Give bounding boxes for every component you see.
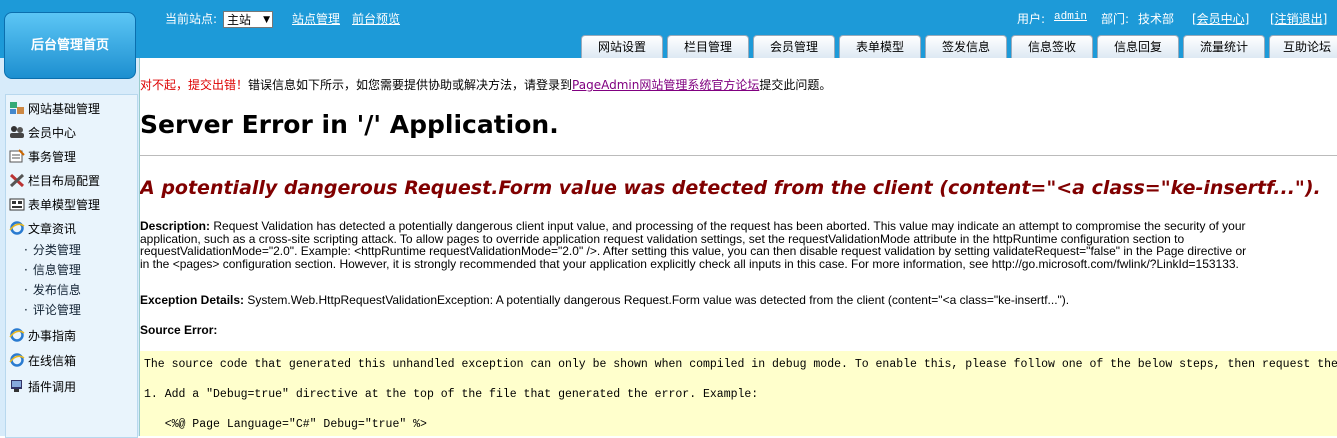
dept-name: 技术部 [1138,12,1175,26]
logout-link[interactable]: [注销退出] [1270,10,1327,27]
site-select[interactable]: 主站 ▼ [223,11,273,28]
exception-details: Exception Details: System.Web.HttpReques… [140,294,1069,307]
tab-column-manage[interactable]: 栏目管理 [667,35,749,58]
sidebar-item-label: 表单模型管理 [28,198,101,212]
tab-info-reply[interactable]: 信息回复 [1097,35,1179,58]
sidebar-item-label: 会员中心 [28,126,77,140]
sidebar-item-label: 插件调用 [28,380,77,394]
exception-text: System.Web.HttpRequestValidationExceptio… [244,293,1070,307]
exception-label: Exception Details: [140,293,245,307]
sidebar-item-guide[interactable]: 办事指南 [9,327,76,344]
site-select-value: 主站 [227,13,252,27]
sidebar-subitem-comments[interactable]: · 评论管理 [24,301,81,318]
main-tabs: 网站设置 栏目管理 会员管理 表单模型 签发信息 信息签收 信息回复 流量统计 … [581,35,1337,58]
description-line: Request Validation has detected a potent… [210,219,1246,233]
sidebar-item-label: 栏目布局配置 [28,174,101,188]
notice-red-text: 对不起，提交出错！ [140,78,249,92]
source-error-label: Source Error: [140,323,218,337]
tab-issue-info[interactable]: 签发信息 [925,35,1007,58]
sidebar-item-mailbox[interactable]: 在线信箱 [9,352,76,369]
tab-forum[interactable]: 互助论坛 [1269,35,1337,58]
subitem-label: 分类管理 [32,243,81,257]
description-label: Description: [140,219,211,233]
description-block: Description: Request Validation has dete… [140,220,1246,270]
sidebar-item-label: 文章资讯 [28,222,77,236]
error-notice: 对不起，提交出错！错误信息如下所示，如您需要提供协助或解决方法，请登录到Page… [140,76,831,93]
code-line: 1. Add a "Debug=true" directive at the t… [144,388,759,401]
error-heading: A potentially dangerous Request.Form val… [140,177,1321,199]
description-line: requestValidationMode="2.0". Example: <h… [140,244,1247,258]
ie-icon [9,353,25,367]
sidebar-item-member-center[interactable]: 会员中心 [9,124,76,141]
plugin-icon [9,379,25,393]
subitem-label: 发布信息 [32,283,81,297]
page-title: Server Error in '/' Application. [140,110,559,139]
sidebar-subitem-publish[interactable]: · 发布信息 [24,281,81,298]
divider [140,155,1337,156]
site-manage-link[interactable]: 站点管理 [292,10,340,27]
main-content: 对不起，提交出错！错误信息如下所示，如您需要提供协助或解决方法，请登录到Page… [140,58,1337,436]
sidebar-item-layout-config[interactable]: 栏目布局配置 [9,172,100,189]
user-label: 用户: [1017,12,1046,26]
sidebar-item-label: 在线信箱 [28,354,77,368]
tab-form-model[interactable]: 表单模型 [839,35,921,58]
site-icon [9,101,25,115]
affairs-icon [9,149,25,163]
admin-home-button[interactable]: 后台管理首页 [4,12,136,79]
notice-text: 错误信息如下所示，如您需要提供协助或解决方法，请登录到 [248,78,573,92]
sidebar-item-site-basic[interactable]: 网站基础管理 [9,100,100,117]
user-name-link[interactable]: admin [1054,11,1087,23]
description-line: in the <pages> configuration section. Ho… [140,256,1239,271]
ie-icon [9,328,25,342]
sidebar-item-form-model[interactable]: 表单模型管理 [9,196,100,213]
tab-member-manage[interactable]: 会员管理 [753,35,835,58]
sidebar-subitem-info-manage[interactable]: · 信息管理 [24,261,81,278]
code-line: <%@ Page Language="C#" Debug="true" %> [144,418,427,431]
chevron-down-icon: ▼ [263,15,270,25]
sidebar-item-affairs[interactable]: 事务管理 [9,148,76,165]
dept-label: 部门: [1101,12,1130,26]
site-label: 当前站点: [165,12,218,26]
code-line: The source code that generated this unha… [144,358,1337,371]
tab-site-settings[interactable]: 网站设置 [581,35,663,58]
notice-tail: 提交此问题。 [759,78,832,92]
tab-info-receive[interactable]: 信息签收 [1011,35,1093,58]
sidebar-item-articles[interactable]: 文章资讯 [9,220,76,237]
ie-icon [9,221,25,235]
tab-traffic-stats[interactable]: 流量统计 [1183,35,1265,58]
frontend-preview-link[interactable]: 前台预览 [352,10,400,27]
sidebar-item-label: 事务管理 [28,150,77,164]
members-icon [9,125,25,139]
sidebar-subitem-category[interactable]: · 分类管理 [24,241,81,258]
subitem-label: 信息管理 [32,263,81,277]
tools-icon [9,173,25,188]
form-icon [9,197,25,211]
sidebar-item-label: 网站基础管理 [28,102,101,116]
sidebar-item-plugins[interactable]: 插件调用 [9,378,76,395]
member-center-link[interactable]: [会员中心] [1192,10,1249,27]
source-code-block: The source code that generated this unha… [140,351,1337,436]
sidebar-item-label: 办事指南 [28,329,77,343]
subitem-label: 评论管理 [32,303,81,317]
top-bar: 当前站点: 主站 ▼ 站点管理 前台预览 用户: admin 部门: 技术部 [… [0,0,1337,58]
forum-link[interactable]: PageAdmin网站管理系统官方论坛 [572,78,759,92]
source-error: Source Error: [140,324,217,337]
